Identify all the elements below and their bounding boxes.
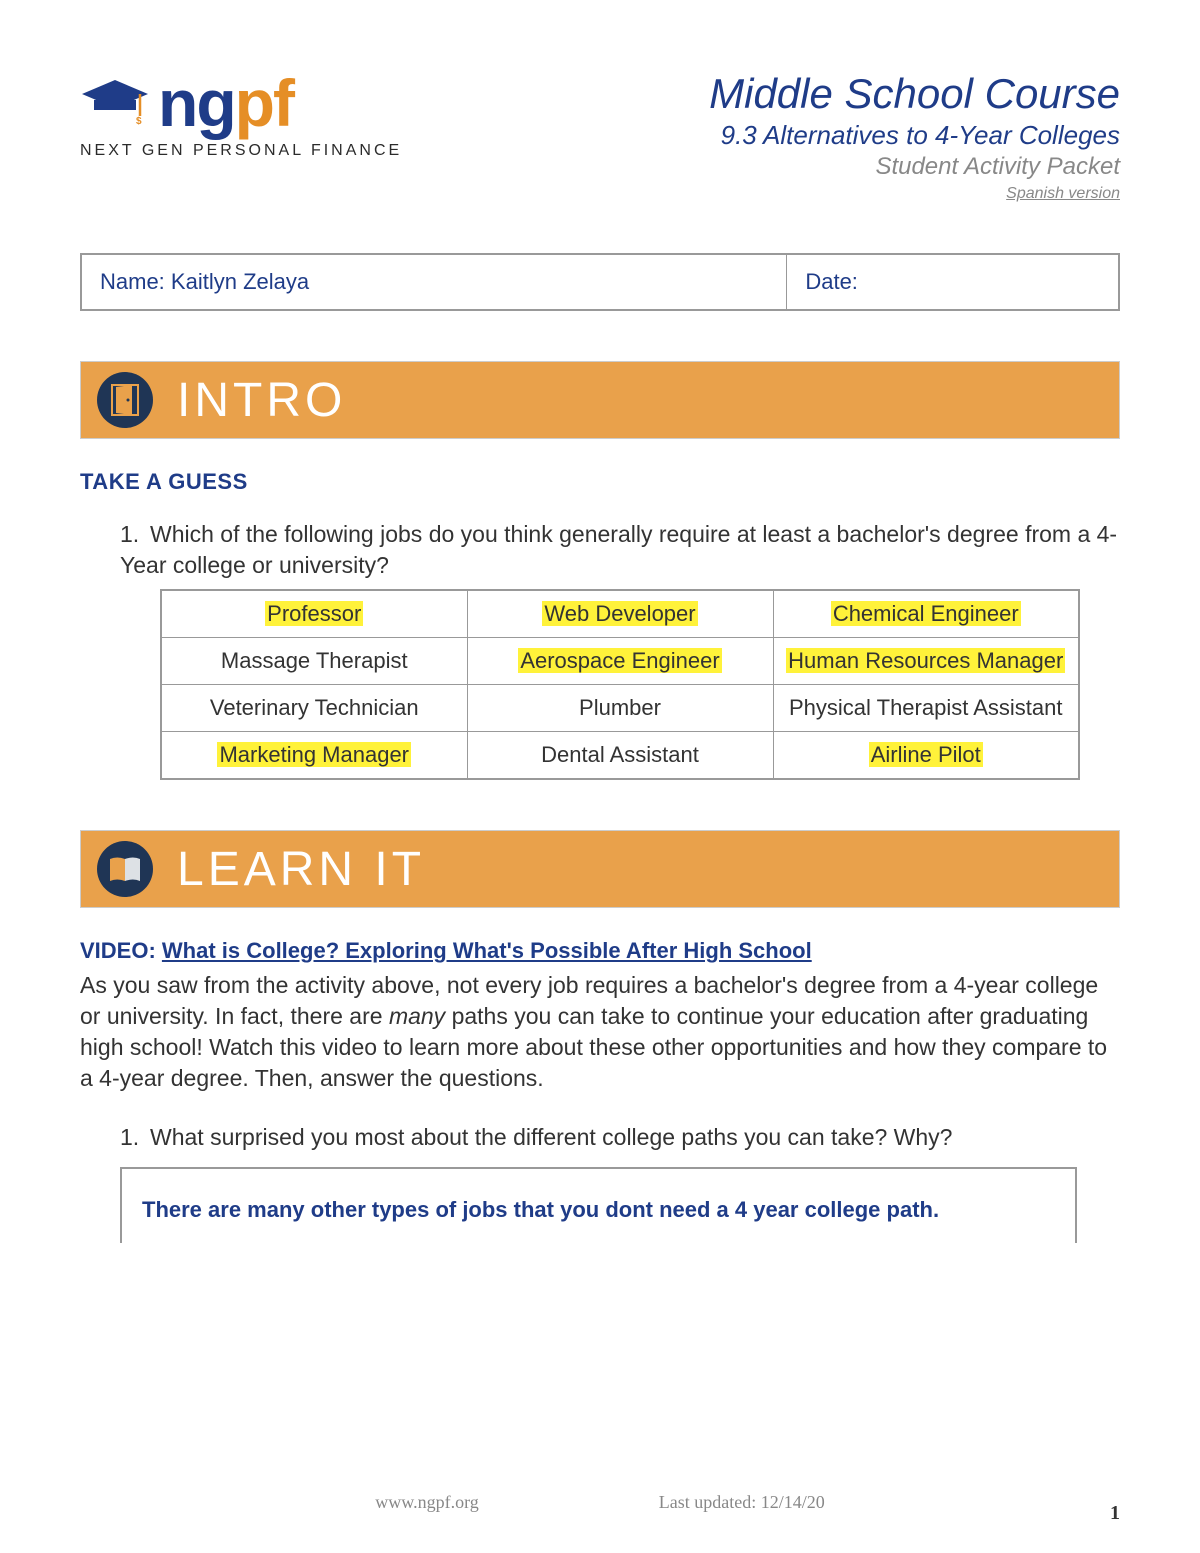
job-cell[interactable]: Dental Assistant <box>467 732 773 780</box>
q-text: What surprised you most about the differ… <box>150 1124 952 1150</box>
video-heading: VIDEO: What is College? Exploring What's… <box>80 938 1120 964</box>
take-a-guess-heading: TAKE A GUESS <box>80 469 1120 495</box>
learn-question-1: 1.What surprised you most about the diff… <box>120 1122 1120 1153</box>
job-cell[interactable]: Plumber <box>467 685 773 732</box>
packet-label: Student Activity Packet <box>709 153 1120 181</box>
footer-updated: Last updated: 12/14/20 <box>659 1492 825 1513</box>
job-cell[interactable]: Aerospace Engineer <box>467 638 773 685</box>
spanish-version-link[interactable]: Spanish version <box>1006 185 1120 203</box>
intro-title: INTRO <box>177 373 346 428</box>
intro-banner: INTRO <box>80 361 1120 439</box>
page-number: 1 <box>1110 1502 1120 1525</box>
job-cell[interactable]: Human Resources Manager <box>773 638 1079 685</box>
footer-url: www.ngpf.org <box>375 1492 479 1513</box>
course-topic: 9.3 Alternatives to 4-Year Colleges <box>709 120 1120 151</box>
learn-body-text: As you saw from the activity above, not … <box>80 970 1120 1094</box>
intro-question-1: 1.Which of the following jobs do you thi… <box>120 519 1120 780</box>
name-value: Kaitlyn Zelaya <box>171 269 309 294</box>
learn-it-banner: LEARN IT <box>80 830 1120 908</box>
name-label: Name: <box>100 269 171 294</box>
title-block: Middle School Course 9.3 Alternatives to… <box>709 70 1120 203</box>
svg-text:$: $ <box>136 116 142 127</box>
job-cell[interactable]: Airline Pilot <box>773 732 1079 780</box>
jobs-table: ProfessorWeb DeveloperChemical Engineer M… <box>160 589 1080 780</box>
book-icon <box>97 841 153 897</box>
job-cell[interactable]: Massage Therapist <box>161 638 467 685</box>
logo-tagline: NEXT GEN PERSONAL FINANCE <box>80 142 402 160</box>
job-cell[interactable]: Chemical Engineer <box>773 590 1079 638</box>
name-date-table: Name: Kaitlyn Zelaya Date: <box>80 253 1120 311</box>
job-cell[interactable]: Marketing Manager <box>161 732 467 780</box>
job-cell[interactable]: Veterinary Technician <box>161 685 467 732</box>
video-link[interactable]: What is College? Exploring What's Possib… <box>162 938 812 963</box>
course-title: Middle School Course <box>709 70 1120 118</box>
footer: www.ngpf.org Last updated: 12/14/20 <box>0 1492 1200 1513</box>
video-label: VIDEO: <box>80 938 162 963</box>
document-header: $ ngpf NEXT GEN PERSONAL FINANCE Middle … <box>80 70 1120 203</box>
learn-it-title: LEARN IT <box>177 842 425 897</box>
answer-text: There are many other types of jobs that … <box>142 1197 1055 1223</box>
logo-block: $ ngpf NEXT GEN PERSONAL FINANCE <box>80 70 402 160</box>
job-cell[interactable]: Web Developer <box>467 590 773 638</box>
q-number: 1. <box>120 519 150 550</box>
date-cell[interactable]: Date: <box>787 254 1119 310</box>
answer-box[interactable]: There are many other types of jobs that … <box>120 1167 1077 1243</box>
q-text: Which of the following jobs do you think… <box>120 521 1117 578</box>
job-cell[interactable]: Physical Therapist Assistant <box>773 685 1079 732</box>
door-icon <box>97 372 153 428</box>
body-emphasis: many <box>389 1003 445 1029</box>
grad-cap-icon: $ <box>80 78 150 128</box>
logo-text: ngpf <box>158 70 293 136</box>
job-cell[interactable]: Professor <box>161 590 467 638</box>
q-number: 1. <box>120 1122 150 1153</box>
name-cell[interactable]: Name: Kaitlyn Zelaya <box>81 254 787 310</box>
